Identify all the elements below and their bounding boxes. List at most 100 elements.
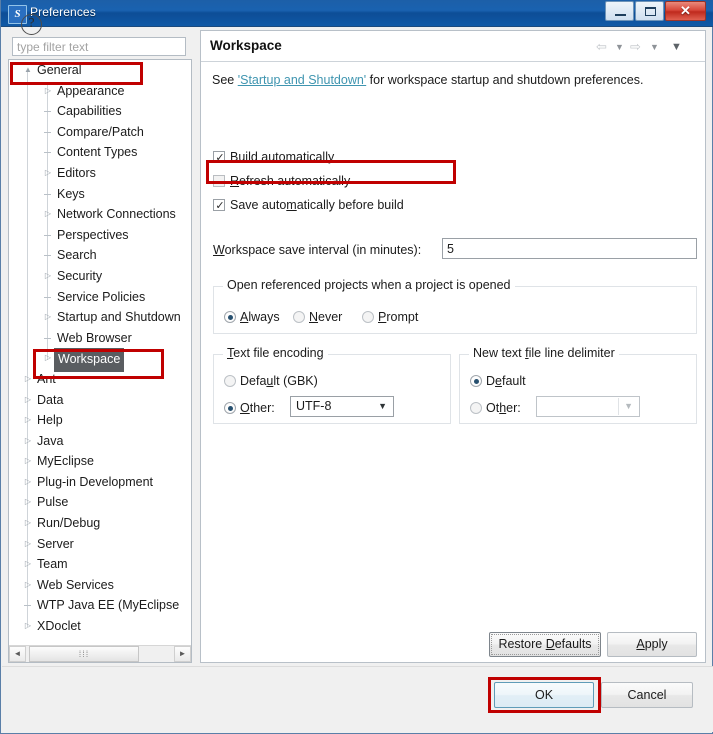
label-post: er: [506,401,521,415]
tree-collapse-icon[interactable]: ▲ [21,60,35,81]
label-post: ther: [249,401,275,415]
help-icon[interactable]: ? [21,14,42,35]
scroll-left-arrow-icon[interactable]: ◄ [9,646,26,662]
sidebar-item-label: Server [37,536,74,551]
sidebar-item-network-connections[interactable]: ▷ Network Connections [9,204,191,225]
encoding-select[interactable]: UTF-8 ▼ [290,396,394,417]
tree-leaf-connector [44,296,51,298]
tree-expand-icon[interactable]: ▷ [21,472,35,493]
tree-expand-icon[interactable]: ▷ [41,307,55,328]
sidebar-item-label: Security [57,268,103,283]
tree-expand-icon[interactable]: ▷ [41,348,55,369]
sidebar-item-data[interactable]: ▷ Data [9,390,191,411]
back-dropdown-icon[interactable]: ▼ [615,42,624,52]
tree-leaf-connector [24,605,31,607]
sidebar-item-editors[interactable]: ▷ Editors [9,163,191,184]
label-pre: Save auto [230,198,287,212]
sidebar-item-label: Run/Debug [37,516,101,531]
tree-expand-icon[interactable]: ▷ [21,492,35,513]
tree-expand-icon[interactable]: ▷ [41,163,55,184]
tree-expand-icon[interactable]: ▷ [21,616,35,637]
tree-expand-icon[interactable]: ▷ [21,369,35,390]
scroll-right-arrow-icon[interactable]: ► [174,646,191,662]
label-mnemonic: W [213,243,225,257]
startup-shutdown-link[interactable]: 'Startup and Shutdown' [238,73,366,87]
sidebar-item-capabilities[interactable]: Capabilities [9,101,191,122]
sidebar-item-label: Pulse [37,495,69,510]
sidebar-item-content-types[interactable]: Content Types [9,142,191,163]
sidebar-item-startup-and-shutdown[interactable]: ▷ Startup and Shutdown [9,307,191,328]
restore-defaults-button[interactable]: Restore Defaults [489,632,601,657]
tree-expand-icon[interactable]: ▷ [21,554,35,575]
label-post: atically before build [296,198,404,212]
radio-unselected-icon [362,311,374,323]
checkbox-label: Save automatically before build [230,197,404,214]
scrollbar-thumb[interactable]: ⁞⁞⁞ [29,646,139,662]
search-input[interactable] [12,37,186,56]
maximize-button[interactable] [635,1,664,21]
sidebar-item-compare-patch[interactable]: Compare/Patch [9,122,191,143]
tree-expand-icon[interactable]: ▷ [21,410,35,431]
label-post: rompt [386,310,419,324]
label-mnemonic: A [636,637,645,651]
sidebar-item-service-policies[interactable]: Service Policies [9,287,191,308]
sidebar-item-label: Perspectives [57,227,129,242]
panel-menu-chevron-icon[interactable]: ▼ [671,41,682,53]
tree-leaf-connector [44,111,51,113]
minimize-button[interactable] [605,1,634,21]
sidebar-item-label: Ant [37,371,56,386]
sidebar-item-pulse[interactable]: ▷ Pulse [9,492,191,513]
preference-tree[interactable]: ▲ General ▷ Appearance Capabilities Compare/P… [9,60,191,644]
sidebar-item-java[interactable]: ▷ Java [9,431,191,452]
sidebar-item-keys[interactable]: Keys [9,184,191,205]
sidebar-item-web-browser[interactable]: Web Browser [9,328,191,349]
sidebar-item-search[interactable]: Search [9,245,191,266]
tree-expand-icon[interactable]: ▷ [21,451,35,472]
tree-expand-icon[interactable]: ▷ [21,390,35,411]
tree-expand-icon[interactable]: ▷ [21,575,35,596]
sidebar-item-label: XDoclet [37,619,81,634]
checkbox-checked-icon [213,197,226,214]
window-titlebar[interactable]: S Preferences ✕ [1,0,713,27]
sidebar-item-help[interactable]: ▷ Help [9,410,191,431]
sidebar-item-label: Capabilities [57,104,122,119]
sidebar-item-security[interactable]: ▷ Security [9,266,191,287]
tree-expand-icon[interactable]: ▷ [41,266,55,287]
forward-arrow-icon[interactable]: ⇨ [630,39,641,55]
tree-horizontal-scrollbar[interactable]: ◄ ⁞⁞⁞ ► [9,645,191,662]
sidebar-item-ant[interactable]: ▷ Ant [9,369,191,390]
back-arrow-icon[interactable]: ⇦ [596,39,607,55]
sidebar-item-team[interactable]: ▷ Team [9,554,191,575]
sidebar-item-server[interactable]: ▷ Server [9,534,191,555]
sidebar-item-label: Content Types [57,145,138,160]
minimize-icon [615,14,626,16]
label-mnemonic: R [230,174,240,188]
apply-button[interactable]: Apply [607,632,697,657]
sidebar-item-plug-in-development[interactable]: ▷ Plug-in Development [9,472,191,493]
workspace-save-interval-input[interactable] [442,238,697,259]
label-mnemonic: m [286,198,297,212]
tree-expand-icon[interactable]: ▷ [41,204,55,225]
tree-expand-icon[interactable]: ▷ [21,534,35,555]
sidebar-item-workspace[interactable]: ▷ Workspace [9,348,191,372]
sidebar-item-wtp-java-ee-myeclipse[interactable]: WTP Java EE (MyEclipse [9,595,191,616]
sidebar-item-perspectives[interactable]: Perspectives [9,225,191,246]
tree-expand-icon[interactable]: ▷ [21,513,35,534]
forward-dropdown-icon[interactable]: ▼ [650,42,659,52]
workspace-preference-panel: Workspace ⇦ ▼ ⇨ ▼ ▼ See 'Startup and Shu… [200,30,706,663]
close-button[interactable]: ✕ [665,1,706,21]
sidebar-item-xdoclet[interactable]: ▷ XDoclet [9,616,191,637]
sidebar-item-appearance[interactable]: ▷ Appearance [9,81,191,102]
radio-unselected-icon [470,402,482,414]
delimiter-select[interactable]: ▼ [536,396,640,417]
group-legend: Open referenced projects when a project … [223,278,515,292]
cancel-button[interactable]: Cancel [601,682,693,708]
sidebar-item-myeclipse[interactable]: ▷ MyEclipse [9,451,191,472]
tree-expand-icon[interactable]: ▷ [41,81,55,102]
sidebar-item-general[interactable]: ▲ General [9,60,191,81]
tree-expand-icon[interactable]: ▷ [21,431,35,452]
sidebar-item-run-debug[interactable]: ▷ Run/Debug [9,513,191,534]
sidebar-item-web-services[interactable]: ▷ Web Services [9,575,191,596]
panel-header: Workspace ⇦ ▼ ⇨ ▼ ▼ [201,31,705,62]
ok-button[interactable]: OK [494,682,594,708]
